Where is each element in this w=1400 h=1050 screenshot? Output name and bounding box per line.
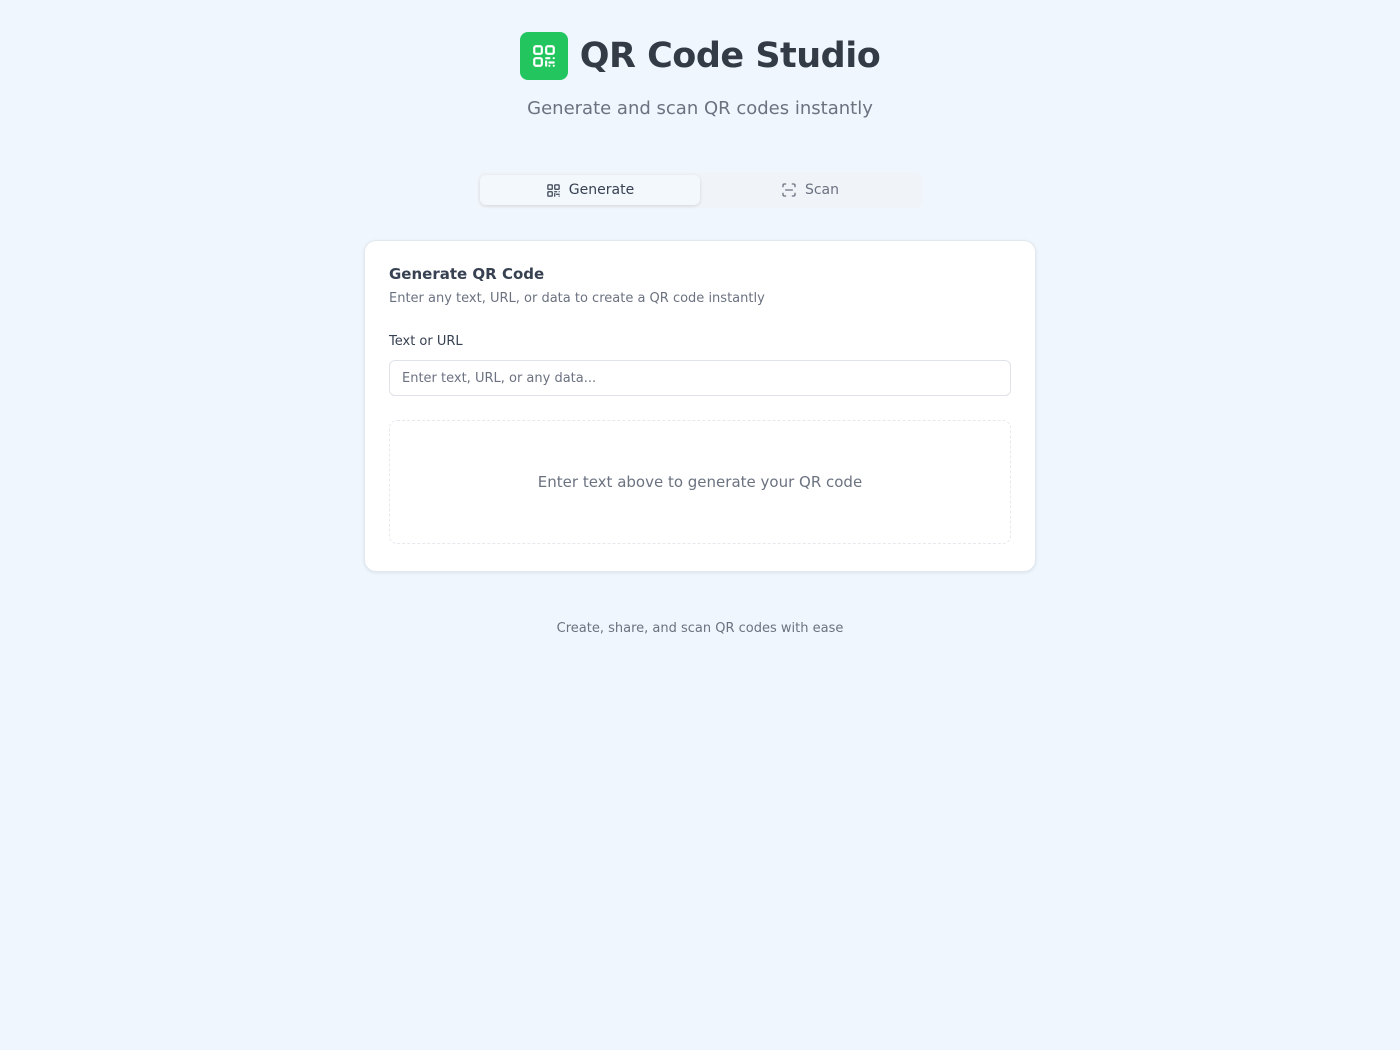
tab-generate-label: Generate <box>568 182 635 198</box>
tab-generate[interactable]: Generate <box>480 175 700 205</box>
generate-card: Generate QR Code Enter any text, URL, or… <box>364 240 1036 572</box>
text-url-input[interactable] <box>389 360 1011 396</box>
card-title: Generate QR Code <box>389 265 545 283</box>
footer-text: Create, share, and scan QR codes with ea… <box>556 621 844 636</box>
scan-icon <box>781 182 797 198</box>
empty-preview-message: Enter text above to generate your QR cod… <box>537 473 863 491</box>
app-title: QR Code Studio <box>579 36 881 76</box>
qr-code-icon <box>519 32 568 80</box>
card-description: Enter any text, URL, or data to create a… <box>389 291 765 306</box>
app-subtitle: Generate and scan QR codes instantly <box>527 98 873 119</box>
tab-scan[interactable]: Scan <box>700 175 920 205</box>
qr-preview-area: Enter text above to generate your QR cod… <box>389 420 1011 544</box>
qr-code-icon <box>546 183 561 198</box>
app-header: QR Code Studio <box>0 32 1400 80</box>
text-url-label: Text or URL <box>389 334 463 349</box>
mode-tabs: Generate Scan <box>477 172 923 208</box>
tab-scan-label: Scan <box>804 182 840 198</box>
